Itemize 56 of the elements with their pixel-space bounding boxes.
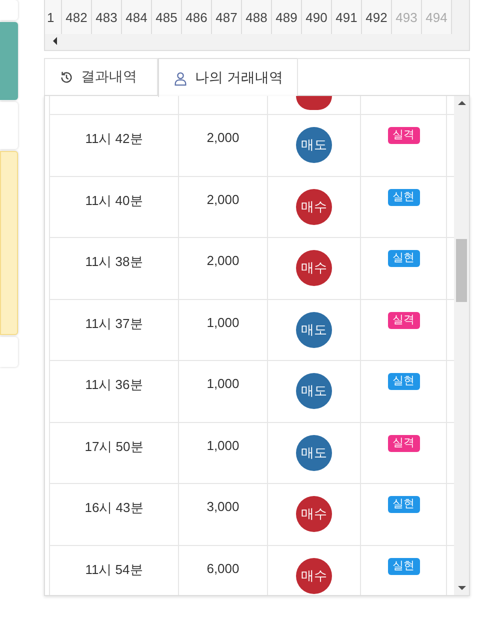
amount-text: 1,000 (206, 314, 240, 332)
number-cell: 482 (62, 0, 92, 34)
scroll-thumb[interactable] (456, 239, 467, 302)
number-cell: 486 (182, 0, 212, 34)
trade-type-badge: 매수 (296, 558, 332, 594)
trade-type-badge (296, 96, 332, 110)
scroll-down-icon[interactable] (458, 586, 466, 590)
amount-text: 1,000 (206, 436, 240, 454)
result-badge: 실격 (388, 312, 420, 328)
number-cell: 483 (92, 0, 122, 34)
trade-type-badge: 매도 (296, 312, 332, 348)
history-icon (59, 70, 74, 84)
number-cell: 492 (362, 0, 392, 34)
scrollbar[interactable] (454, 96, 469, 595)
result-badge: 실격 (388, 127, 420, 144)
amount-text: 2,000 (206, 129, 240, 147)
trade-type-badge: 매도 (296, 434, 332, 470)
time-text: 11시 37분 (85, 314, 143, 332)
amount-text: 6,000 (206, 560, 240, 578)
amount-text: 2,000 (206, 252, 240, 270)
time-text: 11시 42분 (85, 130, 143, 148)
number-cell: 489 (272, 0, 302, 34)
scroll-left-icon[interactable] (53, 37, 57, 45)
trade-type-badge: 매수 (296, 250, 332, 286)
tab[interactable]: 나의 거래내역 (158, 58, 298, 97)
result-badge: 실격 (388, 434, 420, 452)
time-text: 11시 38분 (85, 253, 143, 271)
number-cell: 494 (422, 0, 452, 34)
trade-type-badge: 매도 (296, 127, 332, 163)
number-cell: 1 (45, 0, 62, 34)
number-cell: 493 (392, 0, 422, 34)
result-badge: 실현 (388, 558, 420, 574)
amount-text: 2,000 (206, 190, 240, 208)
time-text: 11시 54분 (85, 560, 143, 578)
result-badge: 실현 (388, 250, 420, 267)
result-badge: 실현 (388, 188, 420, 206)
scroll-up-icon[interactable] (458, 101, 466, 105)
amount-text: 1,000 (206, 375, 240, 393)
tab[interactable]: 결과내역 (44, 58, 158, 95)
result-badge: 실현 (388, 373, 420, 390)
trade-type-badge: 매수 (296, 496, 332, 532)
trade-type-badge: 매수 (296, 188, 332, 224)
time-text: 17시 50분 (84, 438, 144, 456)
result-badge: 실현 (388, 496, 420, 513)
number-cell: 484 (122, 0, 152, 34)
number-cell: 488 (242, 0, 272, 34)
number-cell: 491 (332, 0, 362, 34)
user-icon (173, 70, 188, 86)
amount-text: 3,000 (206, 498, 240, 516)
trade-type-badge: 매도 (296, 373, 332, 409)
time-text: 11시 36분 (85, 376, 143, 394)
number-cell: 485 (152, 0, 182, 34)
number-cell: 487 (212, 0, 242, 34)
number-cell: 490 (302, 0, 332, 34)
time-text: 16시 43분 (84, 499, 144, 517)
time-text: 11시 40분 (85, 192, 143, 210)
